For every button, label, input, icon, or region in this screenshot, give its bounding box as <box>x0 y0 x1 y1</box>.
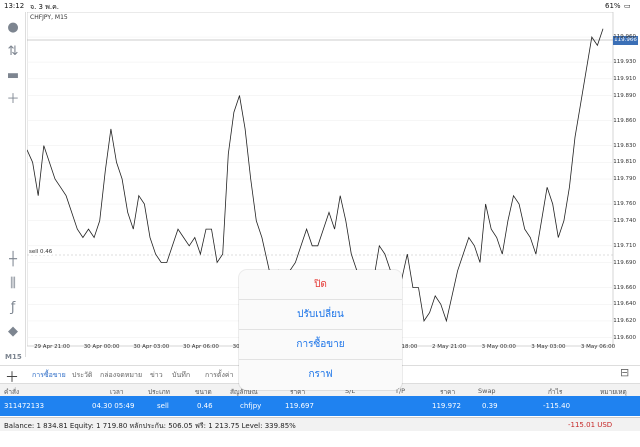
y-tick-label: 119.690 <box>613 259 636 266</box>
x-tick-label: 2 May 21:00 <box>431 344 467 350</box>
y-tick-label: 119.710 <box>613 242 636 249</box>
y-tick-label: 119.790 <box>613 176 636 182</box>
status-bar: 13:12 จ. 3 พ.ค. 61% ▭ <box>0 0 640 12</box>
y-tick-label: 119.600 <box>613 334 636 341</box>
balance-summary: Balance: 1 834.81 Equity: 1 719.80 หลักป… <box>4 422 296 430</box>
x-tick-label: 30 Apr 06:00 <box>182 344 219 350</box>
chat-icon[interactable]: ▬ <box>5 68 21 84</box>
candles-icon[interactable]: ⫼ <box>5 276 21 292</box>
close-order-button[interactable]: ปิด <box>239 270 402 300</box>
order-swap: 0.39 <box>482 402 498 410</box>
balance-bar: Balance: 1 834.81 Equity: 1 719.80 หลักป… <box>0 417 640 431</box>
x-tick-label: 3 May 06:00 <box>580 344 616 350</box>
y-tick-label: 119.810 <box>613 159 636 166</box>
tab-mailbox[interactable]: กล่องจดหมาย <box>100 370 142 381</box>
order-context-menu: ปิด ปรับเปลี่ยน การซื้อขาย กราฟ <box>239 270 402 390</box>
y-tick-label: 119.860 <box>613 117 636 124</box>
total-profit: -115.01 USD <box>568 421 613 429</box>
timeframe-button[interactable]: M15 <box>5 349 22 365</box>
battery-icon: ▭ <box>624 2 631 10</box>
order-type: sell <box>157 402 169 410</box>
tab-journal[interactable]: บันทึก <box>172 370 190 381</box>
order-open-price: 119.697 <box>285 402 314 410</box>
collapse-icon[interactable]: ⊟ <box>620 366 629 379</box>
y-tick-label: 119.760 <box>613 201 636 208</box>
left-toolbar: ● ⇅ ▬ ＋ ┼ ⫼ ƒ ◆ M15 <box>0 12 26 361</box>
x-tick-label: 30 Apr 03:00 <box>133 344 170 350</box>
order-id: 311472133 <box>4 402 45 410</box>
x-tick-label: 3 May 03:00 <box>531 344 566 350</box>
y-tick-label: 119.930 <box>613 59 636 66</box>
y-tick-label: 119.910 <box>613 75 636 82</box>
modify-order-button[interactable]: ปรับเปลี่ยน <box>239 300 402 330</box>
user-icon[interactable]: ● <box>5 20 21 36</box>
new-order-icon[interactable]: ＋ <box>5 92 21 108</box>
x-tick-label: 29 Apr 21:00 <box>34 344 70 350</box>
col-swap: Swap <box>478 387 496 395</box>
x-tick-label: 30 Apr 00:00 <box>83 344 120 350</box>
order-profit: -115.40 <box>543 402 571 410</box>
y-tick-label: 119.890 <box>613 92 636 99</box>
y-tick-label: 119.830 <box>613 142 636 149</box>
chart-button[interactable]: กราฟ <box>239 360 402 390</box>
battery-percent: 61% <box>605 2 621 10</box>
tab-settings[interactable]: การตั้งค่า <box>205 370 234 381</box>
x-tick-label: 3 May 00:00 <box>481 344 516 350</box>
y-tick-label: 119.640 <box>613 301 636 308</box>
y-tick-label: 119.660 <box>613 284 636 291</box>
y-tick-label: 119.620 <box>613 317 636 324</box>
tab-trade[interactable]: การซื้อขาย <box>32 370 66 381</box>
order-symbol: chfjpy <box>240 402 262 410</box>
trade-button[interactable]: การซื้อขาย <box>239 330 402 360</box>
tab-history[interactable]: ประวัติ <box>72 370 92 381</box>
sell-order-label: sell 0.46 <box>29 249 53 255</box>
order-size: 0.46 <box>197 402 213 410</box>
status-time: 13:12 <box>4 2 25 10</box>
order-time: 04.30 05:49 <box>92 402 135 410</box>
function-icon[interactable]: ƒ <box>5 300 21 316</box>
trade-icon[interactable]: ⇅ <box>5 44 21 60</box>
tab-news[interactable]: ข่าว <box>150 370 163 381</box>
order-current-price: 119.972 <box>432 402 461 410</box>
y-tick-label: 119.960 <box>613 34 636 41</box>
objects-icon[interactable]: ◆ <box>5 324 21 340</box>
crosshair-icon[interactable]: ┼ <box>5 252 21 268</box>
chart-symbol-title: CHFJPY, M15 <box>30 14 68 21</box>
y-tick-label: 119.740 <box>613 217 636 224</box>
table-row[interactable]: 311472133 04.30 05:49 sell 0.46 chfjpy 1… <box>0 396 640 416</box>
